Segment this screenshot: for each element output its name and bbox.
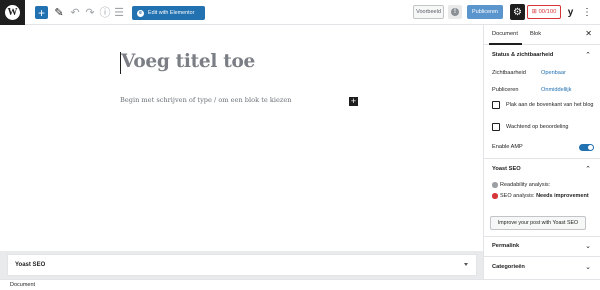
toggle-knob (588, 145, 593, 150)
list-icon: ☰ (114, 6, 124, 19)
gear-icon: ⚙ (513, 6, 522, 18)
visibility-row: Zichtbaarheid Openbaar (484, 65, 600, 82)
more-vertical-icon: ⋮ (582, 6, 592, 18)
undo-icon: ↶ (70, 6, 80, 19)
pending-row: Wachtend op beoordeling (484, 120, 600, 138)
categories-title: Categorieën (492, 264, 525, 270)
redo-icon: ↷ (85, 6, 95, 19)
permalink-title: Permalink (492, 243, 520, 249)
visibility-label: Zichtbaarheid (492, 70, 526, 76)
status-bar: Document (0, 279, 600, 290)
metabox-area: Yoast SEO (0, 251, 483, 279)
amp-row: Enable AMP (484, 138, 600, 158)
yoast-metabox-header[interactable]: Yoast SEO (7, 254, 477, 276)
info-icon: ⓘ (99, 7, 111, 19)
chevron-down-icon: ⌄ (585, 264, 591, 271)
breadcrumb[interactable]: Document (10, 282, 35, 288)
editor-canvas: Voeg titel toe Begin met schrijven of ty… (0, 25, 483, 251)
outline-button[interactable]: ☰ (114, 5, 124, 19)
pending-label: Wachtend op beoordeling (506, 124, 569, 130)
sidebar-tabs: Document Blok ✕ (484, 25, 600, 45)
redo-button[interactable]: ↷ (85, 5, 95, 19)
editor-toolbar: W + ✎ ↶ ↷ ⓘ ☰ e Edit with Elementor Voor… (0, 0, 600, 25)
block-inserter-button[interactable]: + (349, 97, 358, 106)
improve-with-yoast-button[interactable]: Improve your post with Yoast SEO (490, 216, 586, 230)
yoast-button[interactable]: y (564, 5, 577, 19)
yoast-icon: y (567, 6, 574, 18)
more-options-button[interactable]: ⋮ (582, 5, 592, 19)
undo-button[interactable]: ↶ (70, 5, 80, 19)
yoast-metabox-title: Yoast SEO (15, 262, 46, 268)
status-visibility-panel-toggle[interactable]: Status & zichtbaarheid ⌃ (484, 45, 600, 65)
pencil-icon: ✎ (54, 6, 64, 19)
readability-status-icon (492, 182, 498, 188)
alert-icon: ! (451, 8, 459, 16)
readability-label: Readability analysis: (500, 182, 551, 188)
readability-analysis: Readability analysis: (484, 180, 600, 191)
close-icon[interactable]: ✕ (585, 29, 592, 38)
permalink-panel-toggle[interactable]: Permalink ⌄ (484, 237, 600, 256)
sticky-label: Plak aan de bovenkant van het blog (506, 102, 594, 108)
tab-document[interactable]: Document (492, 31, 518, 37)
categories-panel-toggle[interactable]: Categorieën ⌄ (484, 257, 600, 278)
sticky-row: Plak aan de bovenkant van het blog (484, 99, 600, 120)
edit-with-elementor-button[interactable]: e Edit with Elementor (132, 6, 205, 20)
publish-row: Publiceren Onmiddellijk (484, 82, 600, 99)
caret-down-icon (464, 263, 468, 266)
seo-analysis-label: SEO analysis: (500, 193, 535, 199)
seo-status-icon (492, 193, 498, 199)
status-visibility-title: Status & zichtbaarheid (492, 51, 554, 58)
chevron-down-icon: ⌄ (585, 243, 591, 250)
chevron-up-icon: ⌃ (585, 166, 591, 173)
publish-label: Publiceren (492, 87, 519, 93)
block-placeholder[interactable]: Begin met schrijven of type / om een blo… (120, 96, 291, 104)
seo-analysis-value: Needs improvement (536, 193, 589, 199)
tab-block[interactable]: Blok (530, 31, 541, 37)
plus-icon: + (350, 96, 357, 106)
sticky-checkbox[interactable] (492, 101, 500, 109)
chevron-up-icon: ⌃ (585, 51, 591, 59)
plus-icon: + (37, 5, 45, 20)
amp-toggle[interactable] (579, 144, 594, 151)
publish-date-link[interactable]: Onmiddellijk (541, 87, 571, 93)
preview-button[interactable]: Voorbeeld (413, 5, 444, 19)
details-button[interactable]: ⓘ (99, 5, 111, 19)
yoast-panel-title: Yoast SEO (492, 166, 521, 172)
wordpress-logo-button[interactable]: W (0, 0, 25, 25)
seo-analysis-text: SEO analysis: Needs improvement (500, 193, 589, 199)
yoast-panel-toggle[interactable]: Yoast SEO ⌃ (484, 159, 600, 180)
add-block-button[interactable]: + (35, 6, 48, 19)
post-title-input[interactable]: Voeg titel toe (121, 51, 255, 72)
tools-button[interactable]: ✎ (53, 5, 65, 19)
settings-button[interactable]: ⚙ (510, 4, 525, 20)
elementor-label: Edit with Elementor (148, 10, 195, 16)
seo-score-label: 00/100 (538, 9, 557, 15)
seo-score-button[interactable]: ⊞ 00/100 (527, 5, 561, 19)
score-icon: ⊞ (531, 9, 537, 15)
pending-checkbox[interactable] (492, 123, 500, 131)
amp-label: Enable AMP (492, 144, 523, 150)
publish-button[interactable]: Publiceren (467, 5, 503, 19)
visibility-link[interactable]: Openbaar (541, 70, 566, 76)
jetpack-button[interactable]: ! (448, 5, 462, 19)
wordpress-icon: W (5, 5, 20, 20)
seo-analysis: SEO analysis: Needs improvement (484, 191, 600, 202)
elementor-icon: e (137, 9, 144, 17)
